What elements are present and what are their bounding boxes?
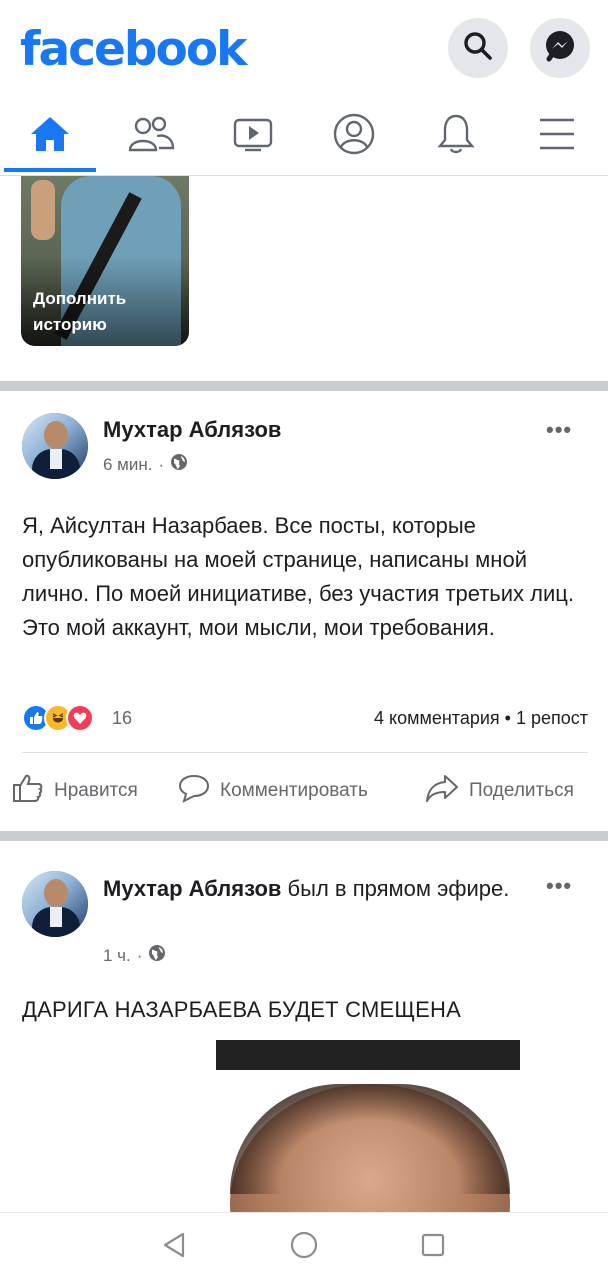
tab-notifications[interactable] <box>406 100 506 172</box>
post-text: Я, Айсултан Назарбаев. Все посты, которы… <box>22 513 574 640</box>
home-icon <box>28 114 72 159</box>
tab-friends[interactable] <box>101 100 201 172</box>
meta-dot: · <box>158 454 165 474</box>
search-icon <box>463 31 493 66</box>
actions-divider <box>22 752 588 753</box>
hamburger-icon <box>537 116 577 157</box>
post-author[interactable]: Мухтар Аблязов <box>103 876 281 901</box>
thumbnail-black-bar <box>216 1040 520 1070</box>
post-actions: Нравится Комментировать Поделиться <box>0 766 608 816</box>
messenger-icon <box>543 29 577 68</box>
active-tab-indicator <box>4 168 96 172</box>
back-button[interactable] <box>158 1231 190 1263</box>
comment-icon <box>178 773 210 809</box>
post-time[interactable]: 6 мин. <box>103 455 152 475</box>
share-label: Поделиться <box>469 780 574 801</box>
stories-tray: Дополнить историю <box>0 176 608 381</box>
thumbnail-hair <box>230 1084 510 1194</box>
love-reaction-icon <box>66 704 94 732</box>
video-icon <box>231 114 275 159</box>
feed-separator <box>0 831 608 841</box>
reaction-count: 16 <box>112 708 133 728</box>
top-bar: facebook <box>0 0 608 100</box>
thumbs-up-icon <box>12 773 44 809</box>
post-more-button[interactable]: ••• <box>546 417 572 443</box>
comment-label: Комментировать <box>220 780 368 801</box>
reaction-icons <box>22 704 94 732</box>
avatar[interactable] <box>22 413 88 479</box>
post-video-thumbnail[interactable] <box>130 1036 608 1216</box>
share-icon <box>425 773 459 809</box>
reactions-summary[interactable]: 16 4 комментария • 1 репост <box>22 704 588 734</box>
comments-shares-count[interactable]: 4 комментария • 1 репост <box>374 708 588 729</box>
meta-dot: · <box>136 945 143 965</box>
post-meta: 6 мин. · <box>103 453 188 476</box>
tab-watch[interactable] <box>203 100 303 172</box>
post-meta: 1 ч. · <box>103 944 166 967</box>
story-label: Дополнить историю <box>33 289 127 334</box>
system-navigation-bar <box>0 1212 608 1280</box>
avatar[interactable] <box>22 871 88 937</box>
home-button[interactable] <box>288 1231 320 1263</box>
recents-square-icon <box>419 1231 447 1264</box>
post-headline: ДАРИГА НАЗАРБАЕВА БУДЕТ СМЕЩЕНА <box>22 997 462 1022</box>
messenger-button[interactable] <box>530 18 590 78</box>
story-card[interactable]: Дополнить историю <box>21 176 189 346</box>
back-triangle-icon <box>161 1231 187 1264</box>
home-circle-icon <box>289 1230 319 1265</box>
recents-button[interactable] <box>417 1231 449 1263</box>
share-button[interactable]: Поделиться <box>425 766 574 816</box>
like-button[interactable]: Нравится <box>12 766 138 816</box>
post-activity: был в прямом эфире. <box>281 876 510 901</box>
post-header: Мухтар Аблязов был в прямом эфире. <box>103 873 523 904</box>
like-label: Нравится <box>54 780 138 801</box>
tab-home[interactable] <box>0 100 100 172</box>
tab-profile[interactable] <box>304 100 404 172</box>
bell-icon <box>436 112 476 161</box>
tab-menu[interactable] <box>507 100 607 172</box>
comment-button[interactable]: Комментировать <box>178 766 368 816</box>
story-image-hand <box>31 180 55 240</box>
post: Мухтар Аблязов 6 мин. · ••• Я, Айсултан … <box>0 391 608 831</box>
friends-icon <box>127 114 175 159</box>
main-nav <box>0 100 608 176</box>
globe-icon <box>170 453 188 476</box>
post-author[interactable]: Мухтар Аблязов <box>103 417 281 443</box>
globe-icon <box>148 944 166 967</box>
post-more-button[interactable]: ••• <box>546 873 572 899</box>
facebook-logo[interactable]: facebook <box>20 22 247 78</box>
feed-separator <box>0 381 608 391</box>
post-time[interactable]: 1 ч. <box>103 946 131 966</box>
profile-icon <box>332 112 376 161</box>
search-button[interactable] <box>448 18 508 78</box>
